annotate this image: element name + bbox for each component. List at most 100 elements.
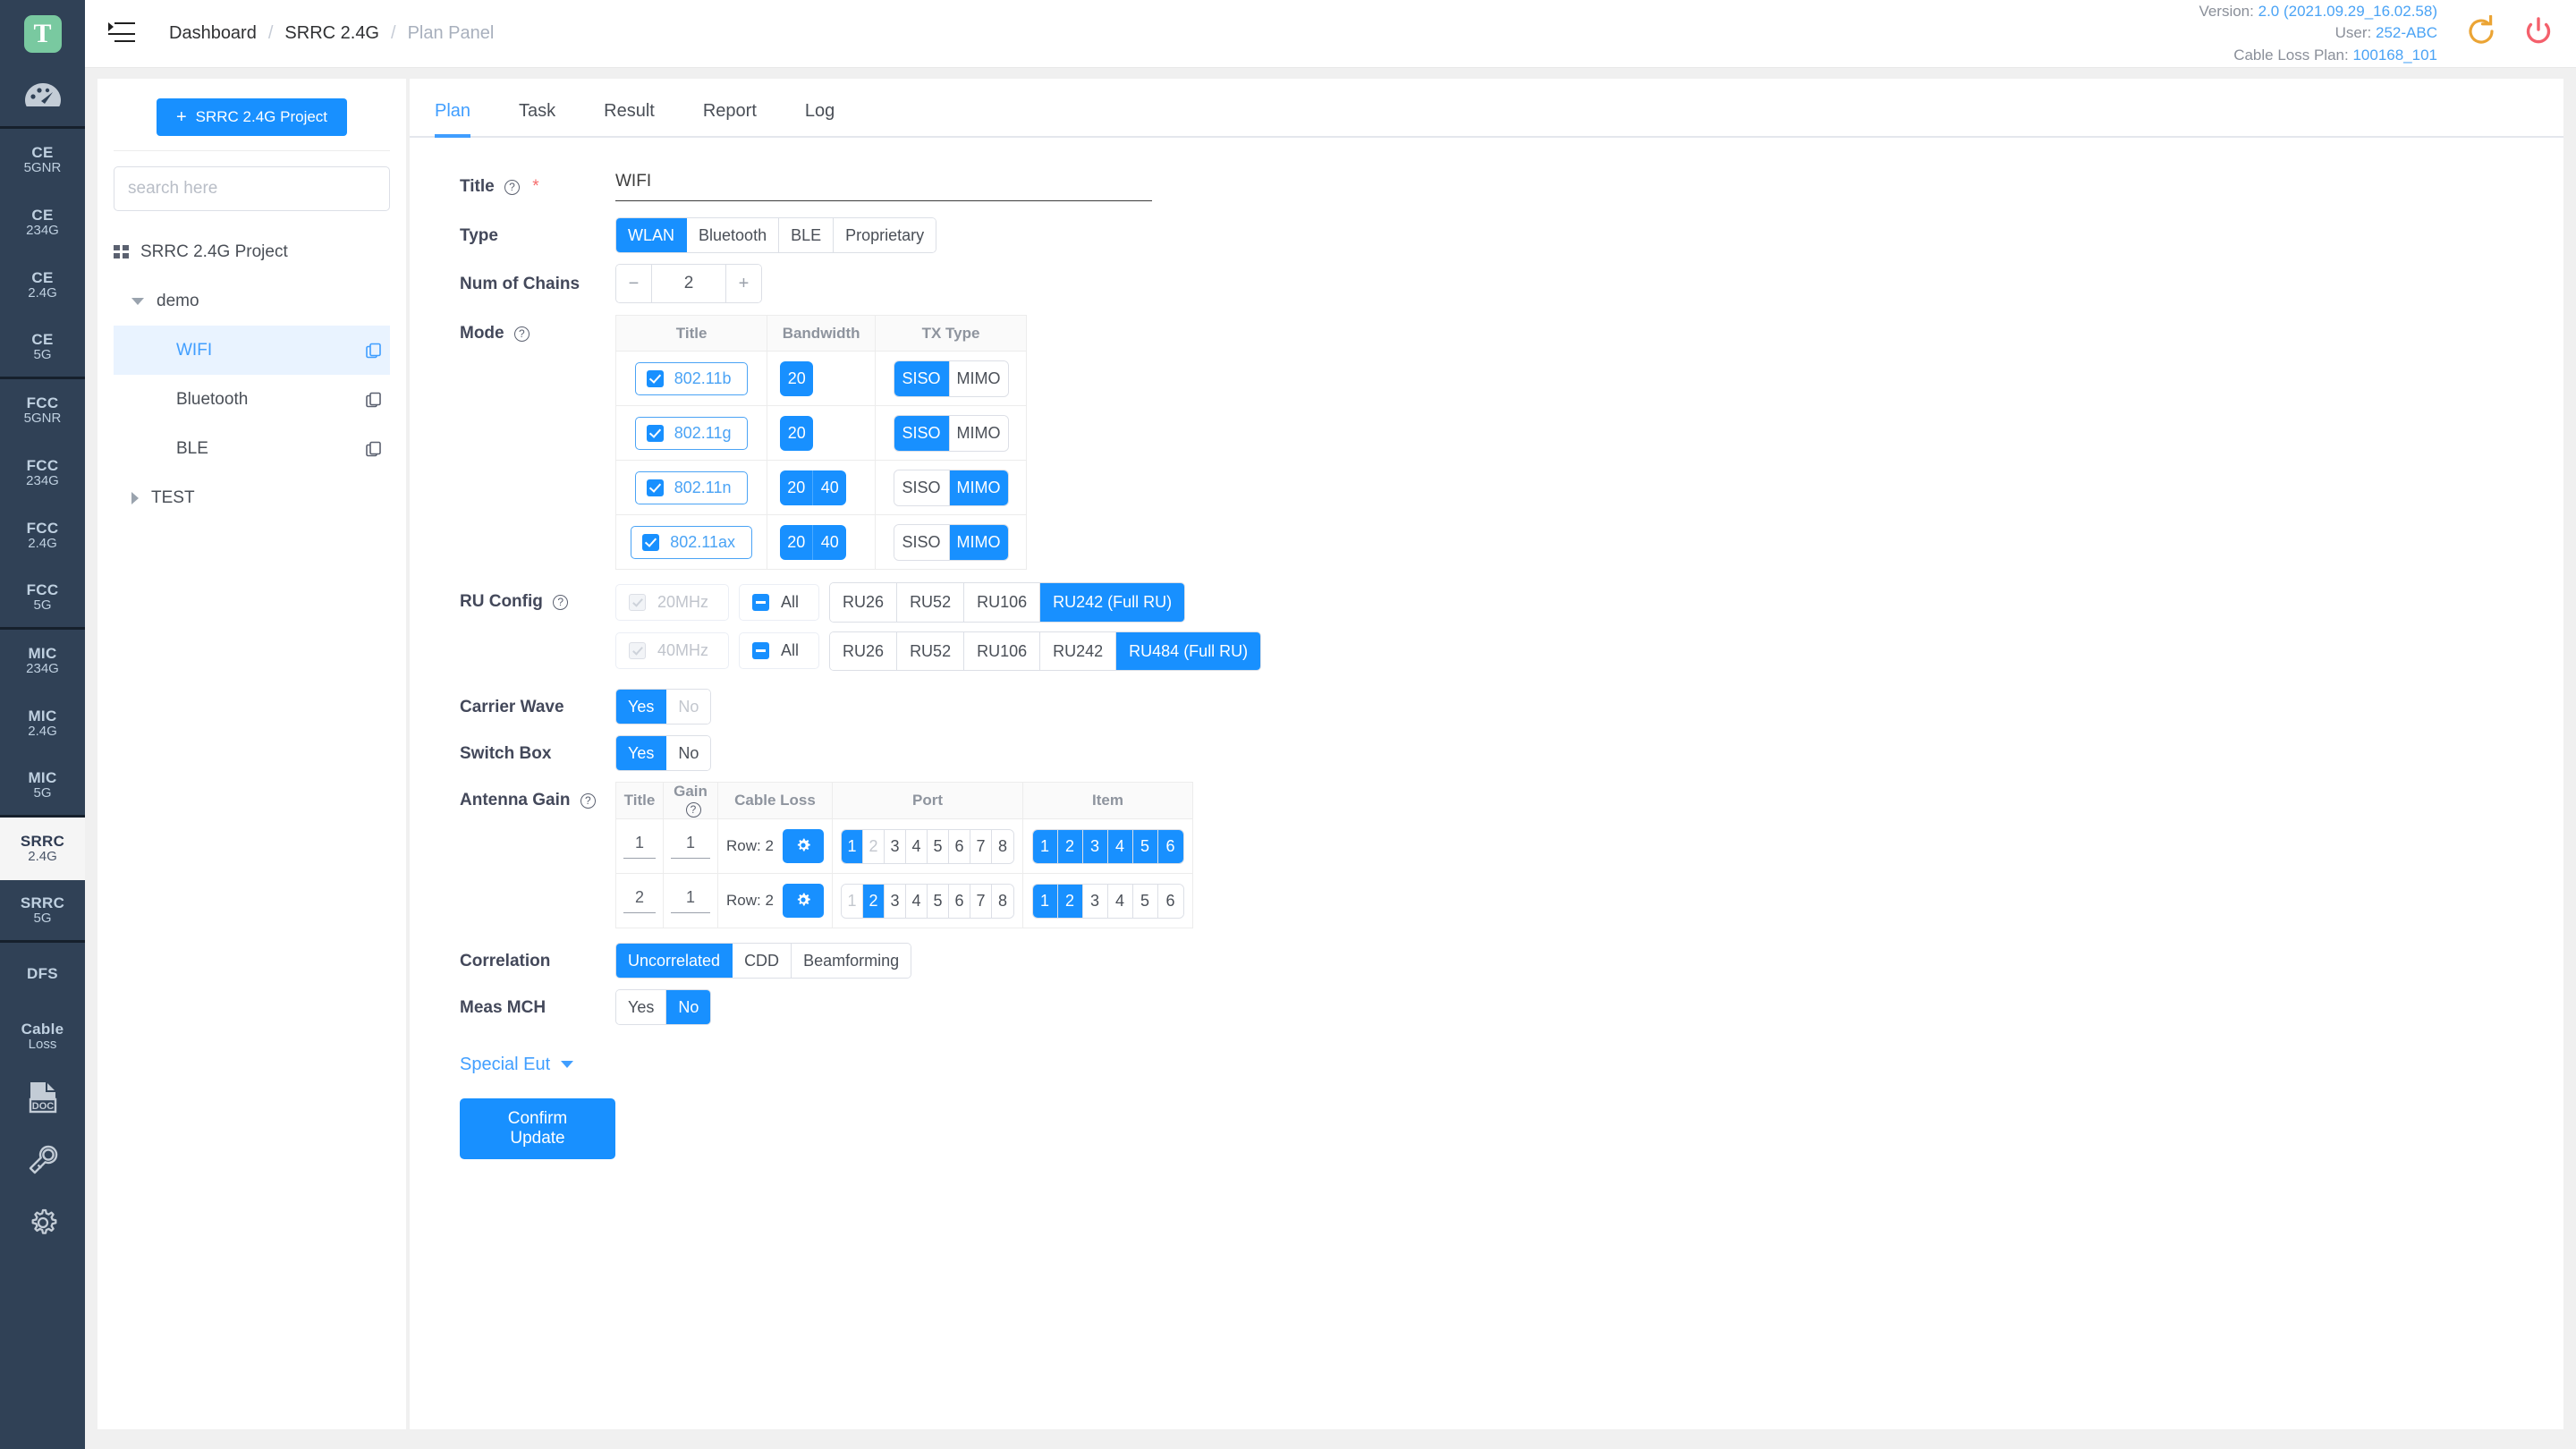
rail-item-ce-5g[interactable]: CE 5G — [0, 317, 85, 379]
tab-log[interactable]: Log — [805, 101, 835, 136]
item-option-1[interactable]: 1 — [1032, 829, 1058, 863]
special-eut-toggle[interactable]: Special Eut — [410, 1055, 615, 1073]
port-option-2[interactable]: 2 — [863, 884, 885, 918]
power-button[interactable] — [2521, 16, 2556, 52]
switch-box-option-no[interactable]: No — [666, 735, 711, 771]
ru-all-checkbox-40mhz[interactable]: All — [739, 632, 820, 670]
mode-checkbox-802-11ax[interactable]: 802.11ax — [631, 525, 752, 559]
help-icon[interactable]: ? — [685, 802, 701, 818]
cable-loss-settings-button[interactable] — [782, 829, 824, 863]
rail-item-mic-2-4g[interactable]: MIC 2.4G — [0, 692, 85, 755]
antenna-title-input[interactable] — [623, 834, 656, 859]
item-option-6[interactable]: 6 — [1157, 884, 1183, 918]
tab-task[interactable]: Task — [519, 101, 555, 136]
port-option-1[interactable]: 1 — [842, 829, 863, 863]
antenna-title-input[interactable] — [623, 888, 656, 913]
tree-node-wifi[interactable]: WIFI — [114, 326, 390, 375]
bandwidth-option-40[interactable]: 40 — [813, 470, 847, 505]
rail-item-tools[interactable] — [0, 1131, 85, 1193]
meas-mch-option-yes[interactable]: Yes — [616, 989, 667, 1025]
antenna-gain-input[interactable] — [671, 834, 710, 859]
tree-node-bluetooth[interactable]: Bluetooth — [114, 375, 390, 424]
item-option-2[interactable]: 2 — [1057, 829, 1083, 863]
stepper-decrement-button[interactable]: − — [616, 265, 652, 302]
ru-option-ru242-full-ru-[interactable]: RU242 (Full RU) — [1040, 583, 1185, 622]
port-option-6[interactable]: 6 — [949, 884, 970, 918]
ru-option-ru52[interactable]: RU52 — [897, 583, 965, 622]
rail-item-ce-234g[interactable]: CE 234G — [0, 191, 85, 254]
stepper-value[interactable]: 2 — [652, 265, 725, 302]
copy-icon[interactable] — [365, 440, 383, 458]
type-option-ble[interactable]: BLE — [779, 217, 835, 253]
tx-type-option-mimo[interactable]: MIMO — [949, 360, 1008, 396]
port-option-5[interactable]: 5 — [928, 884, 949, 918]
help-icon[interactable]: ? — [513, 326, 530, 342]
port-option-8[interactable]: 8 — [992, 884, 1013, 918]
search-input[interactable] — [114, 166, 390, 211]
caret-right-icon[interactable] — [131, 491, 139, 504]
ru-option-ru106[interactable]: RU106 — [964, 583, 1041, 622]
tab-plan[interactable]: Plan — [435, 101, 471, 138]
new-project-button[interactable]: + SRRC 2.4G Project — [156, 98, 348, 136]
title-input[interactable] — [615, 171, 1152, 201]
help-icon[interactable]: ? — [504, 179, 520, 195]
meas-mch-option-no[interactable]: No — [666, 989, 711, 1025]
port-option-6[interactable]: 6 — [949, 829, 970, 863]
rail-item-ce-2-4g[interactable]: CE 2.4G — [0, 254, 85, 317]
tab-report[interactable]: Report — [703, 101, 757, 136]
app-logo[interactable]: T — [0, 0, 85, 68]
carrier-wave-option-no[interactable]: No — [666, 689, 711, 724]
tree-root-node[interactable]: SRRC 2.4G Project — [114, 227, 390, 276]
special-eut-link[interactable]: Special Eut — [460, 1055, 574, 1073]
bandwidth-option-20[interactable]: 20 — [780, 524, 814, 560]
port-option-3[interactable]: 3 — [885, 829, 906, 863]
rail-item-srrc-5g[interactable]: SRRC 5G — [0, 880, 85, 943]
tx-type-option-siso[interactable]: SISO — [894, 524, 950, 560]
copy-icon[interactable] — [365, 391, 383, 409]
port-option-3[interactable]: 3 — [885, 884, 906, 918]
tree-node-demo[interactable]: demo — [114, 276, 390, 326]
item-option-5[interactable]: 5 — [1132, 884, 1158, 918]
cable-loss-settings-button[interactable] — [782, 884, 824, 918]
stepper-increment-button[interactable]: + — [725, 265, 761, 302]
rail-item-fcc-5g[interactable]: FCC 5G — [0, 567, 85, 630]
item-option-1[interactable]: 1 — [1032, 884, 1058, 918]
port-option-7[interactable]: 7 — [970, 829, 992, 863]
rail-item-fcc-234g[interactable]: FCC 234G — [0, 442, 85, 504]
correlation-option-cdd[interactable]: CDD — [733, 943, 792, 979]
ru-option-ru484-full-ru-[interactable]: RU484 (Full RU) — [1116, 631, 1261, 670]
switch-box-option-yes[interactable]: Yes — [616, 735, 667, 771]
rail-item-fcc-2-4g[interactable]: FCC 2.4G — [0, 504, 85, 567]
port-option-1[interactable]: 1 — [842, 884, 863, 918]
bandwidth-option-40[interactable]: 40 — [813, 524, 847, 560]
ru-option-ru106[interactable]: RU106 — [964, 631, 1041, 670]
help-icon[interactable]: ? — [580, 793, 596, 809]
bandwidth-option-20[interactable]: 20 — [780, 360, 814, 396]
menu-collapse-icon[interactable] — [108, 21, 135, 46]
type-option-bluetooth[interactable]: Bluetooth — [687, 217, 780, 253]
mode-checkbox-802-11g[interactable]: 802.11g — [634, 416, 749, 450]
port-option-5[interactable]: 5 — [928, 829, 949, 863]
breadcrumb-item-srrc24g[interactable]: SRRC 2.4G — [284, 23, 379, 44]
port-option-4[interactable]: 4 — [906, 884, 928, 918]
port-option-2[interactable]: 2 — [863, 829, 885, 863]
item-option-4[interactable]: 4 — [1107, 884, 1133, 918]
breadcrumb-item-dashboard[interactable]: Dashboard — [169, 23, 257, 44]
ru-option-ru242[interactable]: RU242 — [1040, 631, 1117, 670]
item-option-4[interactable]: 4 — [1107, 829, 1133, 863]
rail-item-srrc-2-4g[interactable]: SRRC 2.4G — [0, 818, 85, 880]
tx-type-option-mimo[interactable]: MIMO — [949, 470, 1008, 505]
rail-item-dfs[interactable]: DFS — [0, 943, 85, 1005]
mode-checkbox-802-11b[interactable]: 802.11b — [634, 361, 749, 395]
carrier-wave-option-yes[interactable]: Yes — [616, 689, 667, 724]
rail-item-ce-5gnr[interactable]: CE 5GNR — [0, 129, 85, 191]
item-option-6[interactable]: 6 — [1157, 829, 1183, 863]
tx-type-option-siso[interactable]: SISO — [894, 415, 950, 451]
rail-item-dashboard[interactable] — [0, 68, 85, 129]
rail-item-doc[interactable]: DOC — [0, 1068, 85, 1131]
type-option-proprietary[interactable]: Proprietary — [834, 217, 936, 253]
item-option-5[interactable]: 5 — [1132, 829, 1158, 863]
tx-type-option-siso[interactable]: SISO — [894, 360, 950, 396]
bandwidth-option-20[interactable]: 20 — [780, 470, 814, 505]
refresh-button[interactable] — [2463, 14, 2499, 52]
